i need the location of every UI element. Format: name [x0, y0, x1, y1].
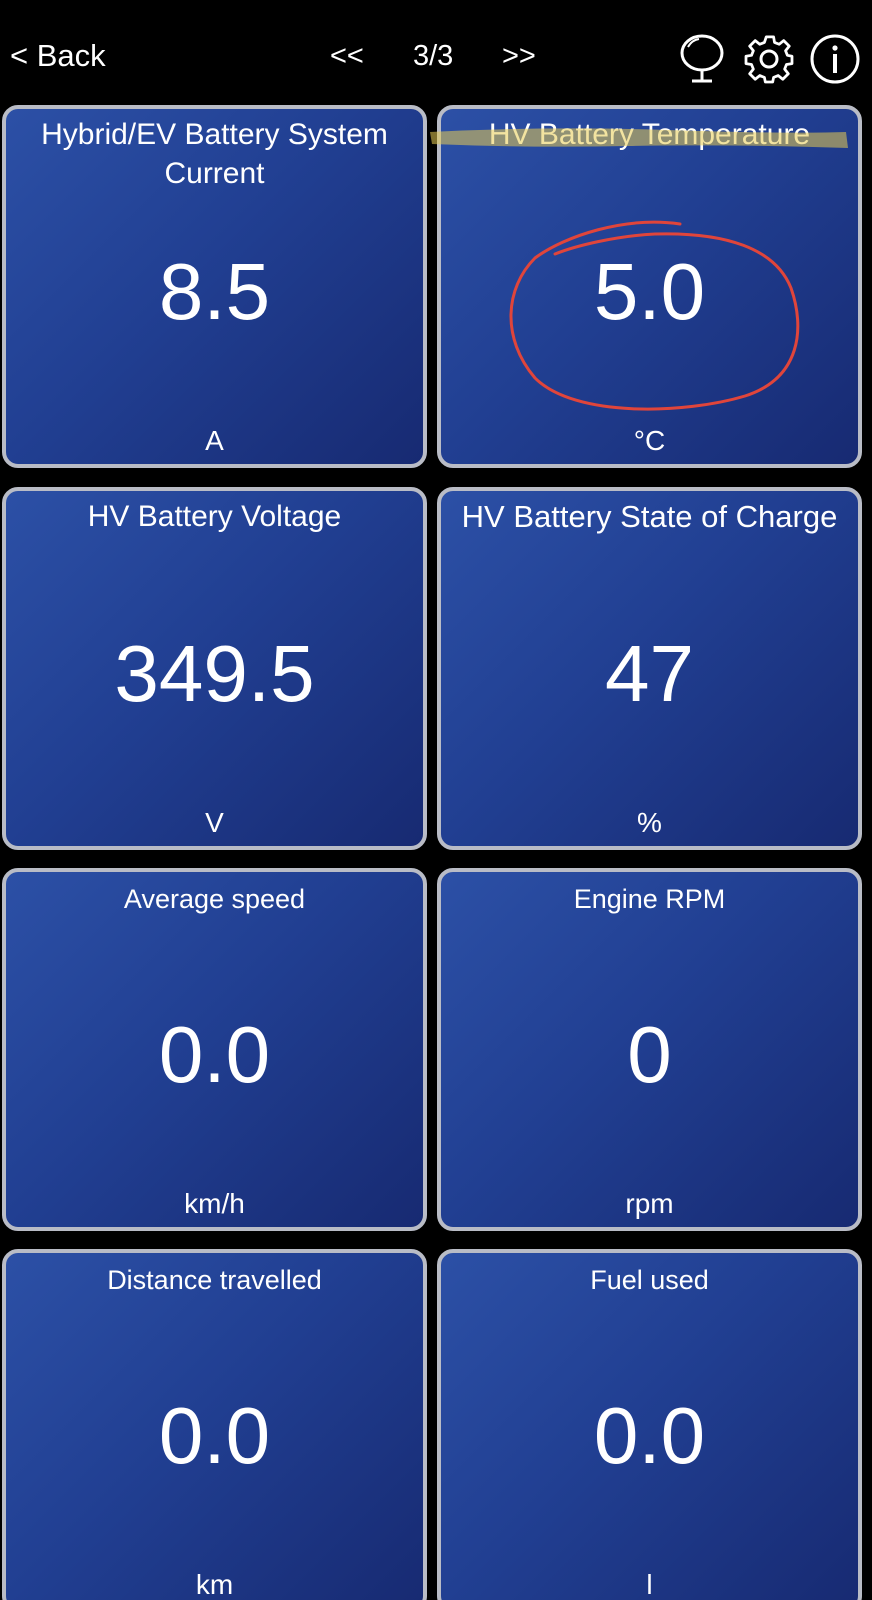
tile-unit: km/h	[184, 1188, 245, 1219]
tile-unit: V	[205, 807, 224, 838]
gear-icon[interactable]	[743, 33, 795, 85]
tile-value: 5.0	[593, 247, 706, 336]
tile-value: 0.0	[158, 1391, 271, 1480]
tile-fuel-used[interactable]: Fuel used 0.0 l	[437, 1249, 862, 1600]
tile-average-speed[interactable]: Average speed 0.0 km/h	[2, 868, 427, 1231]
tile-unit: A	[205, 425, 224, 456]
tile-title: Fuel used	[590, 1265, 709, 1295]
tile-unit: rpm	[625, 1188, 674, 1219]
back-button[interactable]: < Back	[10, 38, 106, 74]
tile-title: Average speed	[123, 884, 306, 914]
tile-battery-temperature[interactable]: HV Battery Temperature 5.0 °C	[437, 105, 862, 468]
tile-unit: l	[646, 1569, 653, 1600]
tile-unit: °C	[633, 425, 666, 456]
tile-distance-travelled[interactable]: Distance travelled 0.0 km	[2, 1249, 427, 1600]
previous-page-button[interactable]: <<	[330, 40, 364, 73]
tile-value: 0.0	[158, 1010, 271, 1099]
tile-title: Engine RPM	[573, 884, 726, 914]
tile-title: HV Battery Voltage	[87, 500, 342, 533]
tile-unit: km	[195, 1569, 234, 1600]
page-indicator: 3/3	[413, 40, 454, 72]
tile-battery-voltage[interactable]: HV Battery Voltage 349.5 V	[2, 487, 427, 850]
tile-unit: %	[637, 807, 662, 838]
top-bar: < Back << 3/3 >>	[0, 0, 872, 104]
dashboard-screen: < Back << 3/3 >> Hybrid/EV Battery Syste…	[0, 0, 872, 1600]
tile-engine-rpm[interactable]: Engine RPM 0 rpm	[437, 868, 862, 1231]
tile-title: Hybrid/EV Battery System Current	[41, 118, 388, 190]
tile-value: 47	[605, 629, 694, 718]
next-page-button[interactable]: >>	[502, 40, 536, 73]
tile-state-of-charge[interactable]: HV Battery State of Charge 47 %	[437, 487, 862, 850]
tile-title: Distance travelled	[107, 1265, 322, 1295]
tile-title: HV Battery Temperature	[488, 118, 811, 151]
tile-value: 0.0	[593, 1391, 706, 1480]
tile-title: HV Battery State of Charge	[461, 499, 838, 534]
tile-value: 0	[627, 1010, 672, 1099]
tile-value: 8.5	[158, 247, 271, 336]
tile-value: 349.5	[114, 629, 315, 718]
mirror-icon[interactable]	[678, 33, 730, 85]
info-icon[interactable]	[809, 33, 861, 85]
tile-battery-current[interactable]: Hybrid/EV Battery System Current 8.5 A	[2, 105, 427, 468]
